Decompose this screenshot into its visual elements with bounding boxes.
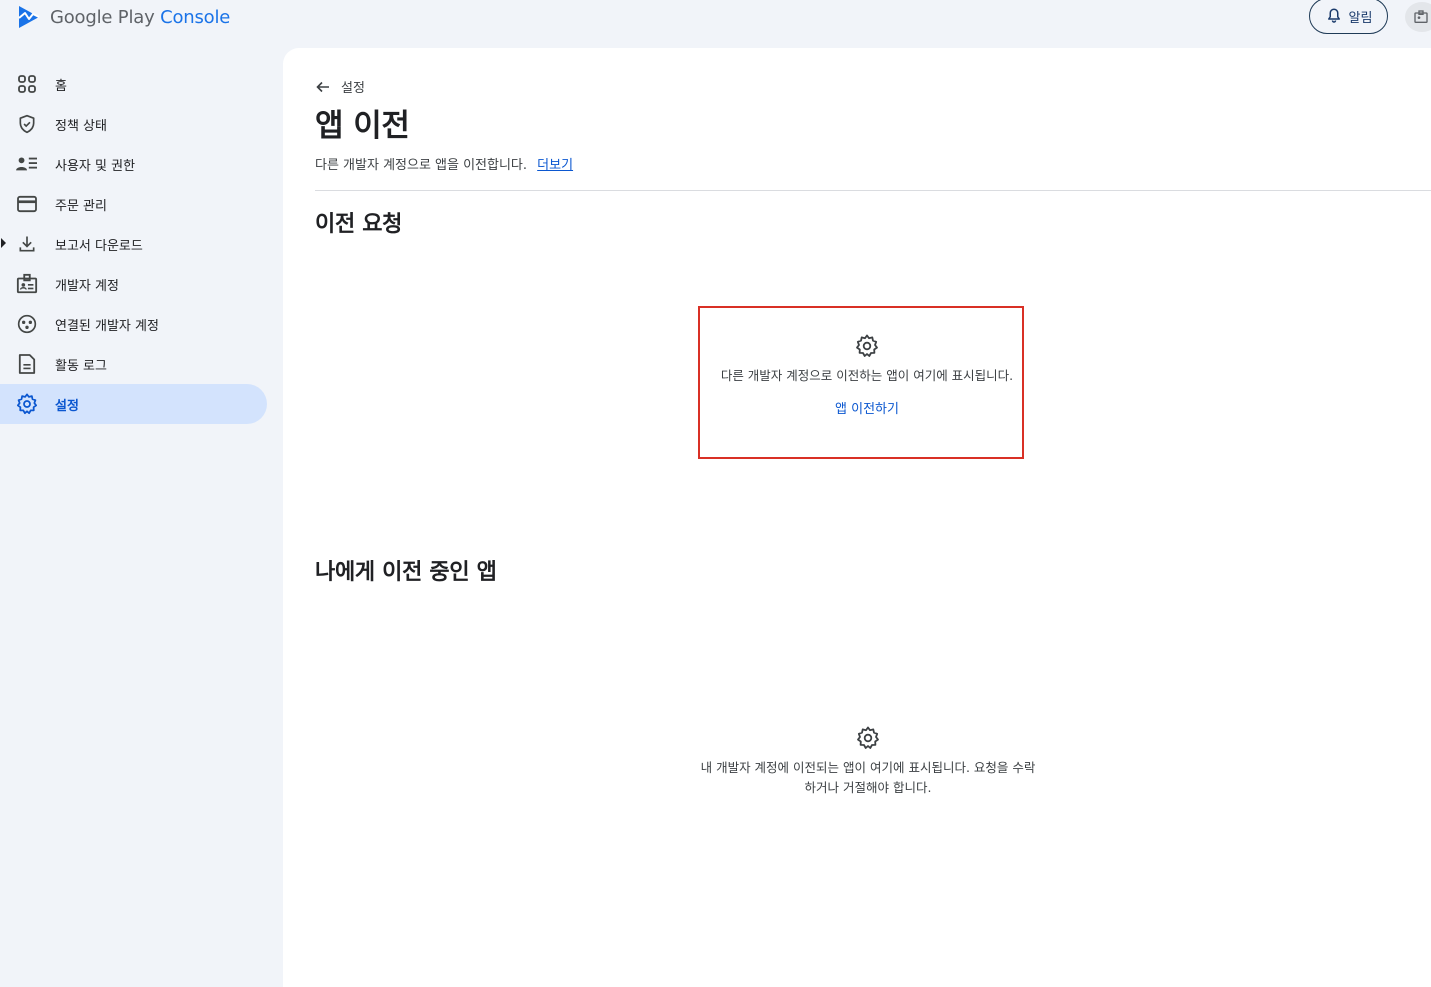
arrow-back-icon (316, 81, 329, 92)
download-icon (16, 233, 38, 255)
back-link-label: 설정 (341, 81, 365, 96)
sidebar-item-activity-log[interactable]: 활동 로그 (0, 344, 267, 384)
back-link[interactable]: 설정 (315, 77, 365, 96)
main-content: 설정 앱 이전 다른 개발자 계정으로 앱을 이전합니다. 더보기 이전 요청 … (283, 48, 1431, 987)
incoming-transfers-heading: 나에게 이전 중인 앱 (315, 560, 497, 585)
transfer-requests-empty-state: 다른 개발자 계정으로 이전하는 앱이 여기에 표시됩니다. 앱 이전하기 (698, 334, 1036, 420)
id-badge-icon (1414, 10, 1428, 23)
expand-caret-icon[interactable] (1, 238, 6, 248)
play-console-logo-icon (18, 6, 40, 28)
transfer-app-button[interactable]: 앱 이전하기 (835, 402, 899, 417)
sidebar-item-settings[interactable]: 설정 (0, 384, 267, 424)
play-console-logo[interactable]: Google Play Console (16, 4, 230, 30)
gear-icon (698, 334, 1036, 358)
divider (315, 190, 1431, 191)
sidebar-item-label: 설정 (55, 398, 79, 414)
id-badge-icon (16, 273, 38, 295)
brand-name: Google Play Console (50, 7, 230, 28)
top-bar: Google Play Console 알림 (0, 0, 1431, 48)
brand-google: Google Play (50, 6, 155, 28)
page-title: 앱 이전 (315, 108, 410, 144)
grid-icon (16, 73, 38, 95)
sidebar-item-label: 연결된 개발자 계정 (55, 318, 159, 334)
incoming-transfers-empty-state: 내 개발자 계정에 이전되는 앱이 여기에 표시됩니다. 요청을 수락 하거나 … (678, 726, 1058, 798)
sidebar-item-linked-accounts[interactable]: 연결된 개발자 계정 (0, 304, 267, 344)
sidebar-nav: 홈 정책 상태 사용자 및 권한 주문 관리 보고서 다운로드 개발자 계정 연… (0, 64, 283, 424)
page-description: 다른 개발자 계정으로 앱을 이전합니다. (315, 158, 528, 173)
sidebar-item-home[interactable]: 홈 (0, 64, 267, 104)
sidebar-item-users-permissions[interactable]: 사용자 및 권한 (0, 144, 267, 184)
users-list-icon (16, 153, 38, 175)
notifications-button[interactable]: 알림 (1309, 0, 1388, 34)
account-button[interactable] (1405, 2, 1431, 32)
shield-check-icon (16, 113, 38, 135)
sidebar-item-order-management[interactable]: 주문 관리 (0, 184, 267, 224)
empty-message-line1: 내 개발자 계정에 이전되는 앱이 여기에 표시됩니다. 요청을 수락 (700, 760, 1036, 775)
gear-icon (16, 393, 38, 415)
document-icon (16, 353, 38, 375)
linked-accounts-icon (16, 313, 38, 335)
sidebar-item-label: 개발자 계정 (55, 278, 119, 294)
sidebar-item-label: 주문 관리 (55, 198, 107, 214)
sidebar-item-download-reports[interactable]: 보고서 다운로드 (0, 224, 267, 264)
sidebar-item-label: 정책 상태 (55, 118, 107, 134)
bell-icon (1327, 8, 1340, 23)
empty-message: 다른 개발자 계정으로 이전하는 앱이 여기에 표시됩니다. (720, 368, 1014, 383)
sidebar-item-label: 활동 로그 (55, 358, 107, 374)
credit-card-icon (16, 193, 38, 215)
empty-message-line2: 하거나 거절해야 합니다. (804, 780, 932, 795)
sidebar-item-label: 보고서 다운로드 (55, 238, 143, 254)
sidebar-item-policy-status[interactable]: 정책 상태 (0, 104, 267, 144)
notifications-label: 알림 (1348, 10, 1373, 26)
transfer-requests-heading: 이전 요청 (315, 212, 403, 237)
sidebar-item-developer-account[interactable]: 개발자 계정 (0, 264, 267, 304)
learn-more-link[interactable]: 더보기 (537, 158, 573, 173)
gear-icon (678, 726, 1058, 750)
sidebar-item-label: 사용자 및 권한 (55, 158, 136, 174)
page-subtitle: 다른 개발자 계정으로 앱을 이전합니다. 더보기 (315, 154, 573, 173)
brand-console: Console (160, 6, 231, 28)
sidebar-item-label: 홈 (55, 78, 67, 94)
